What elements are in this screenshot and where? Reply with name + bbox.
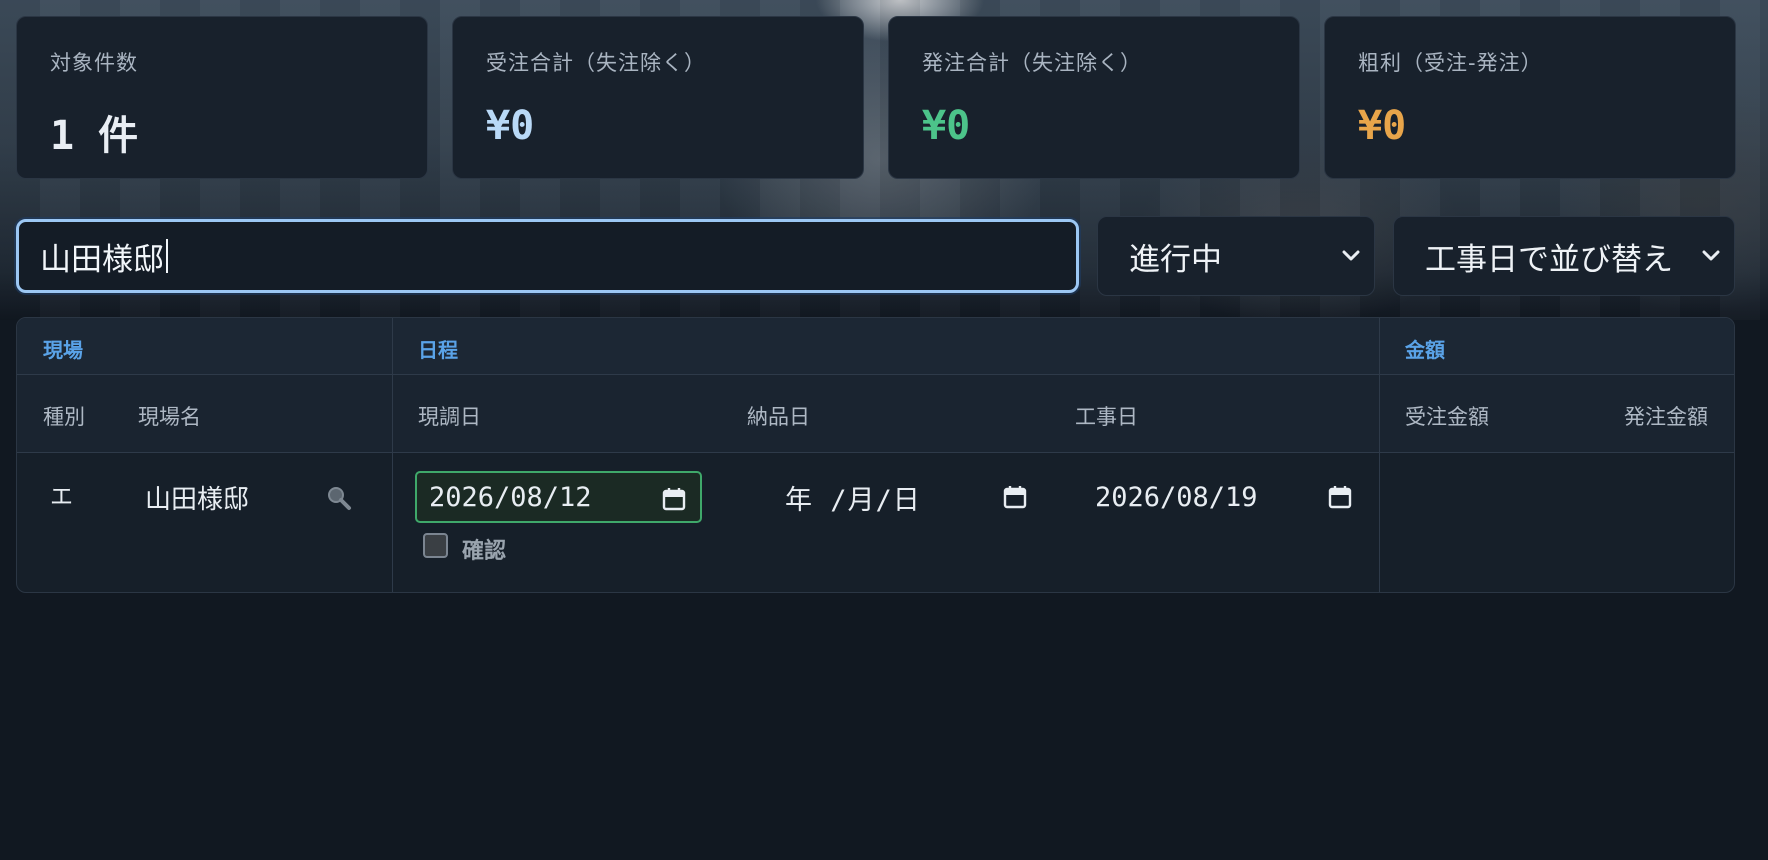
calendar-icon[interactable] xyxy=(1328,485,1352,509)
calendar-icon[interactable] xyxy=(1003,485,1027,509)
group-label-amount: 金額 xyxy=(1405,338,1445,362)
sort-select[interactable]: 工事日で並び替え xyxy=(1393,216,1735,296)
project-table: 現場 日程 金額 種別 現場名 現調日 納品日 工事日 受注金額 発注金額 エ … xyxy=(16,317,1735,593)
survey-date-input[interactable]: 2026/08/12 xyxy=(415,471,702,523)
stat-card-purchase-total: 発注合計（失注除く） ¥0 xyxy=(888,16,1300,179)
group-label-site: 現場 xyxy=(43,338,83,362)
stat-label: 粗利（受注-発注） xyxy=(1358,51,1543,75)
sort-select-value: 工事日で並び替え xyxy=(1425,241,1673,278)
stat-value: 1 件 xyxy=(50,113,139,159)
confirm-checkbox[interactable] xyxy=(423,533,448,558)
col-header-site-name: 現場名 xyxy=(138,405,201,429)
status-filter-select[interactable]: 進行中 xyxy=(1097,216,1375,296)
chevron-down-icon xyxy=(1342,250,1360,261)
stat-value: ¥0 xyxy=(486,103,535,149)
survey-date-value: 2026/08/12 xyxy=(429,481,592,513)
col-header-delivery-date: 納品日 xyxy=(747,405,810,429)
stat-label: 対象件数 xyxy=(50,51,138,75)
col-header-order-amount: 受注金額 xyxy=(1405,405,1489,429)
confirm-label: 確認 xyxy=(462,539,507,564)
delivery-date-input[interactable]: 年 /月/日 xyxy=(773,471,1038,523)
col-header-work-date: 工事日 xyxy=(1075,405,1138,429)
stat-value: ¥0 xyxy=(1358,103,1407,149)
magnifier-icon[interactable] xyxy=(326,485,352,511)
search-input-value: 山田様邸 xyxy=(40,241,164,278)
chevron-down-icon xyxy=(1702,250,1720,261)
text-caret xyxy=(166,239,168,273)
work-date-value: 2026/08/19 xyxy=(1095,481,1258,513)
search-input[interactable]: 山田様邸 xyxy=(16,219,1079,293)
page: 対象件数 1 件 受注合計（失注除く） ¥0 発注合計（失注除く） ¥0 粗利（… xyxy=(0,0,1768,860)
group-label-schedule: 日程 xyxy=(418,338,458,362)
stat-card-gross-profit: 粗利（受注-発注） ¥0 xyxy=(1324,16,1736,179)
cell-type: エ xyxy=(50,484,73,510)
col-header-survey-date: 現調日 xyxy=(418,405,481,429)
stat-card-order-total: 受注合計（失注除く） ¥0 xyxy=(452,16,864,179)
stat-card-count: 対象件数 1 件 xyxy=(16,16,428,179)
delivery-date-placeholder: 年 /月/日 xyxy=(785,484,921,516)
column-divider xyxy=(392,318,393,592)
col-header-purchase-amount: 発注金額 xyxy=(1624,405,1708,429)
stat-label: 発注合計（失注除く） xyxy=(922,51,1142,75)
stat-value: ¥0 xyxy=(922,103,971,149)
table-column-header: 種別 現場名 現調日 納品日 工事日 受注金額 発注金額 xyxy=(17,375,1734,453)
table-group-header: 現場 日程 金額 xyxy=(17,318,1734,375)
col-header-type: 種別 xyxy=(43,405,85,429)
status-filter-value: 進行中 xyxy=(1129,241,1222,278)
work-date-input[interactable]: 2026/08/19 xyxy=(1083,471,1373,523)
calendar-icon[interactable] xyxy=(662,487,686,511)
column-divider xyxy=(1379,318,1380,592)
stat-label: 受注合計（失注除く） xyxy=(486,51,706,75)
cell-site-name: 山田様邸 xyxy=(145,485,250,515)
